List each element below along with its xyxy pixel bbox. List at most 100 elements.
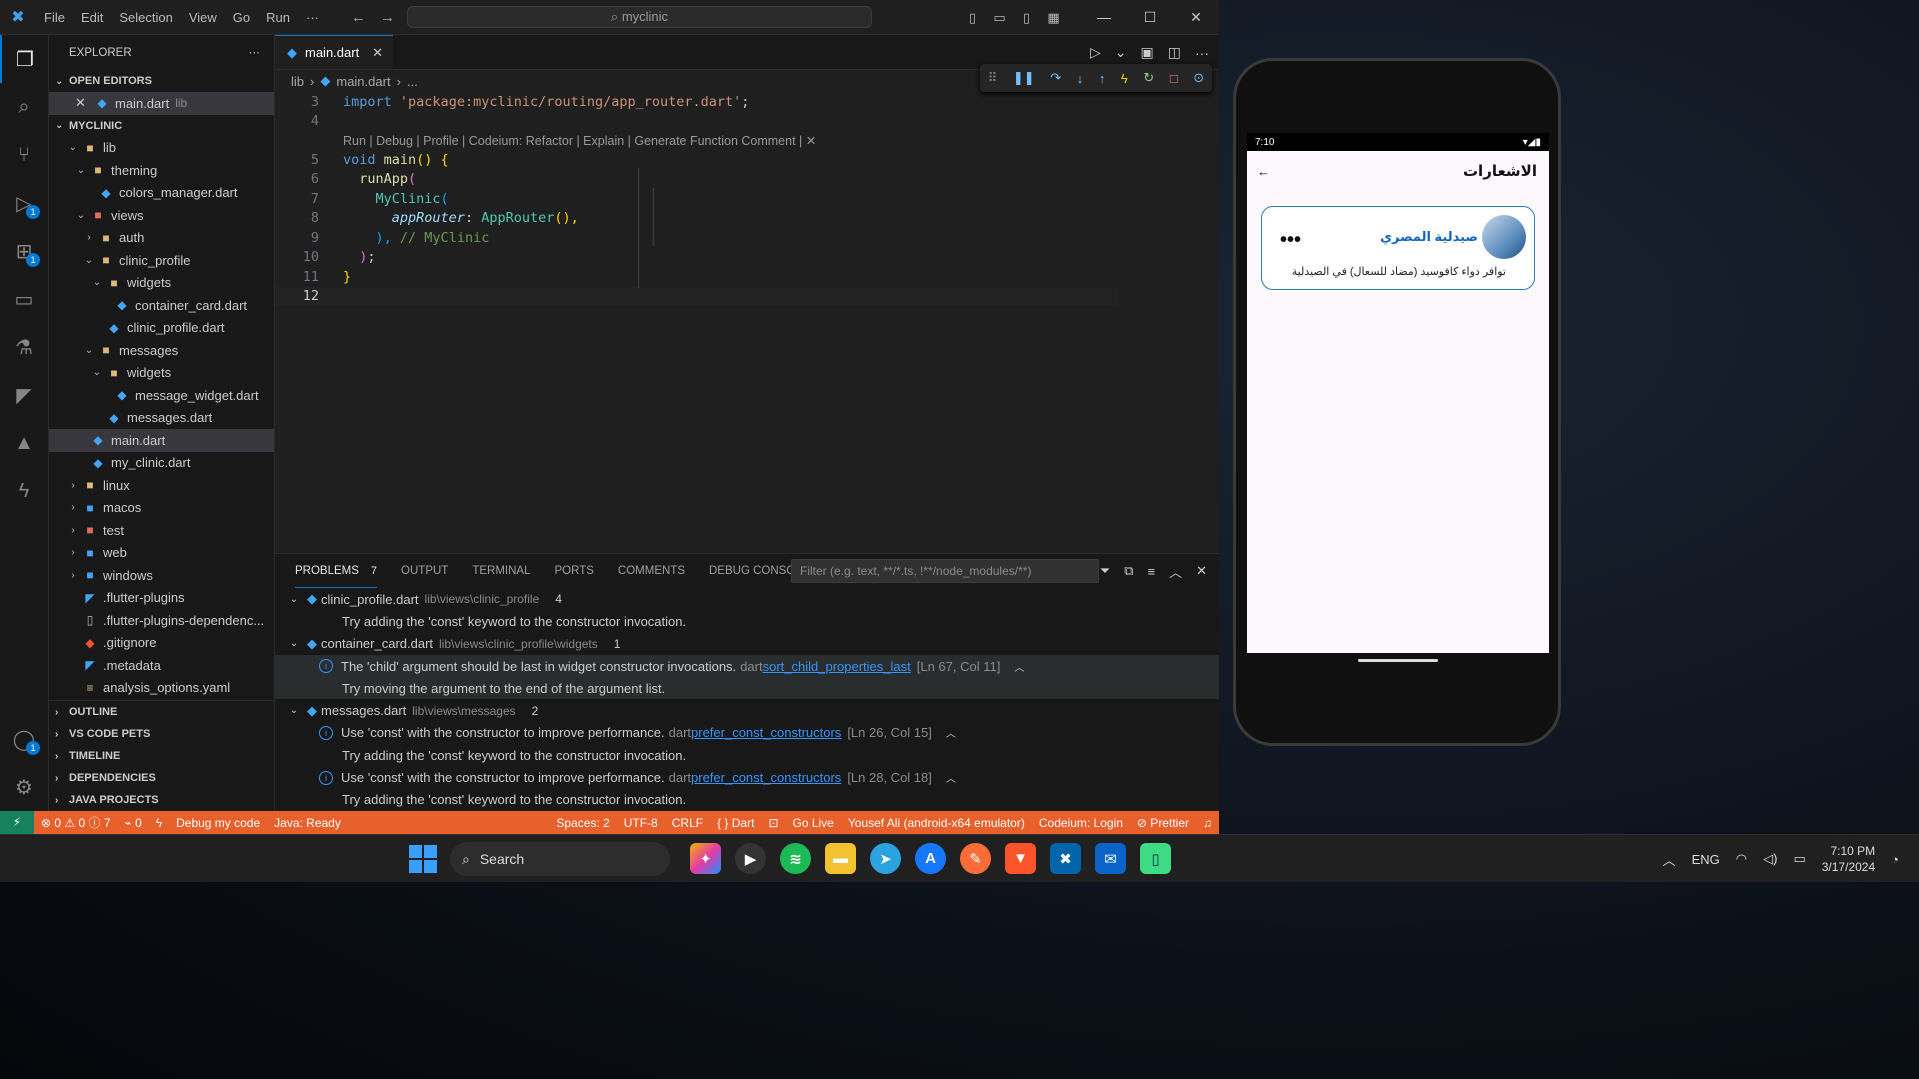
battery-icon[interactable]: ▭ — [1793, 851, 1805, 867]
step-over-icon[interactable]: ↷ — [1050, 70, 1061, 86]
tab-terminal[interactable]: TERMINAL — [472, 554, 530, 588]
maximize-panel-icon[interactable]: ︿ — [1169, 562, 1182, 581]
close-panel-icon[interactable]: ✕ — [1196, 563, 1207, 579]
copilot-icon[interactable]: ✦ — [690, 843, 721, 874]
remote-explorer-icon[interactable]: ▭ — [0, 275, 48, 323]
problem-group[interactable]: ⌄ ◆ messages.dart lib\views\messages 2 — [275, 699, 1219, 721]
tree-folder-messages[interactable]: ⌄ ■ messages — [49, 339, 274, 362]
tree-file-messages[interactable]: ◆ messages.dart — [49, 407, 274, 430]
problem-hint[interactable]: Try moving the argument to the end of th… — [275, 677, 1219, 700]
explorer-more-icon[interactable]: ··· — [249, 47, 261, 59]
tree-folder-clinic-profile[interactable]: ⌄ ■ clinic_profile — [49, 249, 274, 272]
problem-item[interactable]: i The 'child' argument should be last in … — [275, 654, 1219, 678]
problems-filter-input[interactable]: Filter (e.g. text, **/*.ts, !**/node_mod… — [791, 559, 1099, 583]
notification-card[interactable]: صيدلية المصري ••• توافر دواء كافوسيد (مض… — [1261, 206, 1535, 290]
codeium-status[interactable]: Codeium: Login — [1032, 816, 1130, 830]
app-store-icon[interactable]: A — [915, 843, 946, 874]
more-actions-icon[interactable]: ··· — [1195, 45, 1209, 61]
layout-icon[interactable]: ⊡ — [761, 816, 785, 830]
tree-file-metadata[interactable]: ◤ .metadata — [49, 654, 274, 677]
tree-folder-web[interactable]: › ■ web — [49, 542, 274, 565]
tree-folder-theming[interactable]: ⌄ ■ theming — [49, 159, 274, 182]
prettier-status[interactable]: ⊘ Prettier — [1130, 816, 1196, 830]
breadcrumb-file[interactable]: main.dart — [336, 74, 390, 89]
input-language[interactable]: ENG — [1692, 852, 1720, 867]
timeline-section[interactable]: › TIMELINE — [49, 745, 274, 767]
view-as-list-icon[interactable]: ≡ — [1147, 564, 1155, 579]
breadcrumb-symbols[interactable]: ... — [407, 74, 418, 89]
open-editors-section[interactable]: ⌄ OPEN EDITORS — [49, 70, 274, 92]
problems-status[interactable]: ⊗ 0 ⚠ 0 ⓘ 7 — [34, 814, 118, 831]
back-arrow-icon[interactable]: ← — [1257, 164, 1270, 179]
tree-file-my-clinic[interactable]: ◆ my_clinic.dart — [49, 452, 274, 475]
source-control-icon[interactable]: ⑂ — [0, 131, 48, 179]
problem-rule-link[interactable]: prefer_const_constructors — [691, 770, 841, 785]
notification-bell-icon[interactable]: ◔ — [1891, 852, 1899, 867]
close-window-icon[interactable]: ✕ — [1173, 9, 1219, 26]
tree-folder-widgets[interactable]: ⌄ ■ widgets — [49, 272, 274, 295]
forward-arrow-icon[interactable]: → — [380, 9, 395, 26]
breadcrumb-lib[interactable]: lib — [291, 74, 304, 89]
problem-rule-link[interactable]: sort_child_properties_last — [763, 659, 911, 674]
toggle-sidebar-icon[interactable]: ▯ — [959, 10, 986, 26]
filter-icon[interactable]: ⏷ — [1100, 563, 1110, 579]
customize-layout-icon[interactable]: ▦ — [1040, 10, 1067, 26]
java-status[interactable]: Java: Ready — [267, 816, 348, 830]
tree-file-flutter-plugins[interactable]: ◤ .flutter-plugins — [49, 587, 274, 610]
split-editor-icon[interactable]: ◫ — [1168, 44, 1181, 61]
menu-run[interactable]: Run — [258, 10, 298, 25]
step-out-icon[interactable]: ↑ — [1099, 71, 1106, 86]
chevron-down-icon[interactable]: ⌄ — [1115, 44, 1127, 61]
mail-icon[interactable]: ✉ — [1095, 843, 1126, 874]
encoding-status[interactable]: UTF-8 — [617, 816, 665, 830]
problem-hint[interactable]: Try adding the 'const' keyword to the co… — [275, 789, 1219, 811]
chevron-up-icon[interactable]: ︿ — [1663, 850, 1676, 869]
tab-main-dart[interactable]: ◆ main.dart ✕ — [275, 35, 393, 69]
media-player-icon[interactable]: ▶ — [735, 843, 766, 874]
stop-icon[interactable]: □ — [1170, 71, 1178, 86]
android-studio-icon[interactable]: ▯ — [1140, 843, 1171, 874]
chevron-up-icon[interactable]: ︿ — [1014, 659, 1024, 674]
problem-group[interactable]: ⌄ ◆ clinic_profile.dart lib\views\clinic_pr… — [275, 588, 1219, 610]
menu-more[interactable]: ··· — [298, 10, 327, 25]
run-icon[interactable]: ▷ — [1090, 44, 1101, 61]
lightning-icon[interactable]: ϟ — [149, 816, 169, 830]
device-status[interactable]: Yousef Ali (android-x64 emulator) — [841, 816, 1032, 830]
toggle-secondary-sidebar-icon[interactable]: ▯ — [1013, 10, 1040, 26]
toggle-panel-icon[interactable]: ▭ — [986, 10, 1013, 26]
project-section[interactable]: ⌄ MYCLINIC — [49, 115, 274, 137]
taskbar-search[interactable]: ⌕ Search — [450, 842, 670, 876]
devtools-icon[interactable]: ⊙ — [1193, 70, 1204, 86]
step-into-icon[interactable]: ↓ — [1077, 71, 1084, 86]
run-debug-icon[interactable]: ▷ 1 — [0, 179, 48, 227]
menu-file[interactable]: File — [36, 10, 73, 25]
volume-icon[interactable]: ◁) — [1763, 851, 1777, 867]
problem-item[interactable]: i Use 'const' with the constructor to imp… — [275, 766, 1219, 788]
windows-start-icon[interactable] — [409, 845, 437, 873]
command-center-search[interactable]: ⌕ myclinic — [407, 6, 872, 28]
menu-view[interactable]: View — [181, 10, 225, 25]
vscode-taskbar-icon[interactable]: ✖ — [1050, 843, 1081, 874]
menu-go[interactable]: Go — [225, 10, 258, 25]
tree-folder-lib[interactable]: ⌄ ■ lib — [49, 137, 274, 160]
problem-hint[interactable]: Try adding the 'const' keyword to the co… — [275, 744, 1219, 766]
close-icon[interactable]: ✕ — [372, 45, 383, 61]
testing-icon[interactable]: ⚗ — [0, 323, 48, 371]
problem-item[interactable]: i Use 'const' with the constructor to imp… — [275, 722, 1219, 744]
remote-icon[interactable]: ⚡ — [0, 811, 34, 834]
tree-folder-test[interactable]: › ■ test — [49, 519, 274, 542]
postman-icon[interactable]: ✎ — [960, 843, 991, 874]
restart-icon[interactable]: ↻ — [1143, 70, 1154, 86]
tree-file-analysis-options[interactable]: ≡ analysis_options.yaml — [49, 677, 274, 700]
settings-gear-icon[interactable]: ⚙ — [0, 763, 48, 811]
wifi-icon[interactable]: ◠ — [1736, 851, 1747, 867]
tree-folder-windows[interactable]: › ■ windows — [49, 564, 274, 587]
home-indicator[interactable] — [1358, 659, 1438, 662]
language-mode[interactable]: { } Dart — [710, 816, 761, 830]
codelens[interactable]: Run | Debug | Profile | Codeium: Refacto… — [343, 131, 1219, 150]
minimize-icon[interactable]: — — [1081, 9, 1127, 26]
close-icon[interactable]: ✕ — [75, 95, 93, 111]
tree-file-message-widget[interactable]: ◆ message_widget.dart — [49, 384, 274, 407]
debug-status[interactable]: Debug my code — [169, 816, 267, 830]
taskbar-clock[interactable]: 7:10 PM 3/17/2024 — [1822, 843, 1875, 875]
